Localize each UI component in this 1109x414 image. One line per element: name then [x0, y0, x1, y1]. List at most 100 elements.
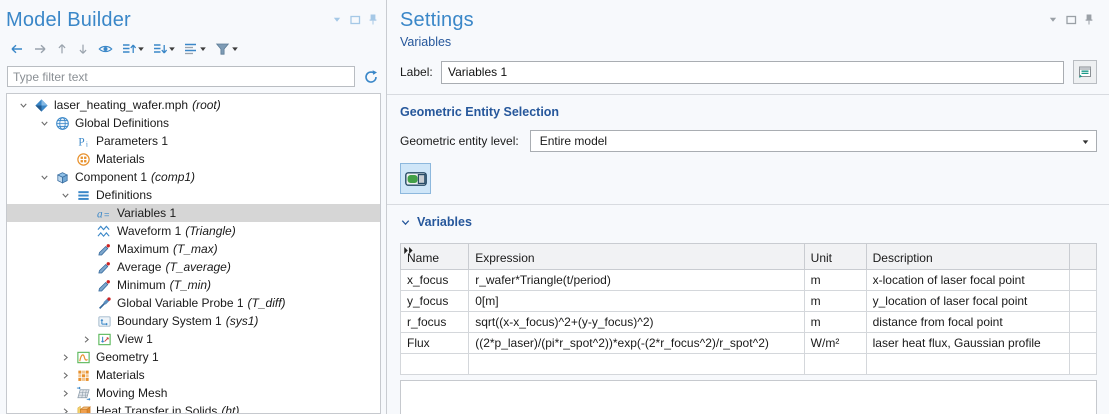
tree-item-definitions[interactable]: Definitions [7, 186, 380, 204]
filter-row [7, 66, 379, 87]
tree-item-tag: (comp1) [151, 170, 195, 184]
tree-item-laser-heating-wafer-mph[interactable]: laser_heating_wafer.mph(root) [7, 96, 380, 114]
table-empty-area[interactable] [400, 380, 1097, 414]
tree-item-tag: (ht) [221, 404, 239, 414]
tree-item-materials[interactable]: Materials [7, 150, 380, 168]
var-cell-name[interactable]: y_focus [401, 291, 469, 312]
var-cell-description[interactable] [866, 354, 1069, 375]
tree-item-label: Component 1 [75, 170, 147, 184]
column-header-description[interactable]: Description [866, 244, 1069, 270]
tree-item-minimum[interactable]: Minimum(T_min) [7, 276, 380, 294]
var-cell-unit[interactable]: m [804, 291, 866, 312]
tree-item-average[interactable]: Average(T_average) [7, 258, 380, 276]
move-down-button[interactable] [74, 40, 92, 58]
chevron-right-icon[interactable] [78, 334, 95, 345]
chevron-right-icon[interactable] [57, 352, 74, 363]
tree-item-tag: (root) [192, 98, 221, 112]
tree-item-heat-transfer-in-solids[interactable]: Heat Transfer in Solids(ht) [7, 402, 380, 414]
var-cell-expression[interactable] [469, 354, 804, 375]
var-cell-expression[interactable]: r_wafer*Triangle(t/period) [469, 270, 804, 291]
column-header-unit[interactable]: Unit [804, 244, 866, 270]
float-panel-button[interactable] [1066, 15, 1077, 25]
globe-icon [53, 116, 71, 131]
tree-item-label: Variables 1 [117, 206, 176, 220]
var-cell-unit[interactable]: m [804, 270, 866, 291]
column-header-name[interactable]: Name [401, 244, 469, 270]
tree-item-global-definitions[interactable]: Global Definitions [7, 114, 380, 132]
tree-item-parameters-1[interactable]: PiParameters 1 [7, 132, 380, 150]
move-up-button[interactable] [53, 40, 71, 58]
tree-item-materials[interactable]: Materials [7, 366, 380, 384]
table-row-y-focus: y_focus0[m]my_location of laser focal po… [401, 291, 1097, 312]
tree-item-moving-mesh[interactable]: Moving Mesh [7, 384, 380, 402]
settings-subtitle: Variables [400, 35, 1097, 49]
var-cell-name[interactable]: r_focus [401, 312, 469, 333]
var-cell-unit[interactable]: m [804, 312, 866, 333]
label-input[interactable] [441, 61, 1064, 84]
var-cell-description[interactable]: y_location of laser focal point [866, 291, 1069, 312]
tree-item-variables-1[interactable]: a=Variables 1 [7, 204, 380, 222]
section-divider [387, 94, 1109, 95]
tree-item-global-variable-probe-1[interactable]: Global Variable Probe 1(T_diff) [7, 294, 380, 312]
var-cell-name[interactable]: Flux [401, 333, 469, 354]
entity-level-select[interactable]: Entire model [530, 130, 1097, 152]
chevron-down-icon[interactable] [36, 172, 53, 183]
var-cell-expression[interactable]: sqrt((x-x_focus)^2+(y-y_focus)^2) [469, 312, 804, 333]
var-cell-name[interactable]: x_focus [401, 270, 469, 291]
rename-form-icon [1077, 64, 1093, 80]
list-up-icon [121, 41, 137, 57]
var-cell-description[interactable]: x-location of laser focal point [866, 270, 1069, 291]
materials-global-icon [74, 152, 92, 167]
caret-down-small-icon [199, 45, 207, 53]
moving-mesh-icon [74, 386, 92, 401]
chevron-down-icon[interactable] [15, 100, 32, 111]
variables-heading: Variables [417, 215, 472, 229]
chevron-down-icon[interactable] [36, 118, 53, 129]
forward-button[interactable] [30, 40, 50, 58]
var-cell-description[interactable]: laser heat flux, Gaussian profile [866, 333, 1069, 354]
pin-panel-button[interactable] [1085, 14, 1093, 25]
refresh-button[interactable] [363, 69, 379, 85]
tree-item-waveform-1[interactable]: Waveform 1(Triangle) [7, 222, 380, 240]
row-marker-icon [404, 247, 415, 254]
active-toggle-button[interactable] [400, 163, 431, 194]
chevron-right-icon[interactable] [57, 370, 74, 381]
filter-button[interactable] [212, 40, 241, 58]
var-cell-unit[interactable] [804, 354, 866, 375]
float-icon [1066, 15, 1077, 25]
collapse-all-button[interactable] [119, 40, 147, 58]
back-button[interactable] [7, 40, 27, 58]
toggle-switch-icon [405, 172, 427, 186]
var-cell-description[interactable]: distance from focal point [866, 312, 1069, 333]
column-header-expression[interactable]: Expression [469, 244, 804, 270]
tree-filter-input[interactable] [7, 66, 355, 87]
table-row-x-focus: x_focusr_wafer*Triangle(t/period)mx-loca… [401, 270, 1097, 291]
var-cell-expression[interactable]: ((2*p_laser)/(pi*r_spot^2))*exp(-(2*r_fo… [469, 333, 804, 354]
tree-item-maximum[interactable]: Maximum(T_max) [7, 240, 380, 258]
chevron-down-icon[interactable] [57, 190, 74, 201]
expand-all-button[interactable] [150, 40, 178, 58]
panel-menu-button[interactable] [1048, 15, 1058, 24]
chevron-right-icon[interactable] [57, 406, 74, 414]
chevron-right-icon[interactable] [57, 388, 74, 399]
var-cell-unit[interactable]: W/m² [804, 333, 866, 354]
chevron-down-icon [400, 217, 411, 228]
pin-panel-button[interactable] [369, 14, 377, 25]
tree-item-boundary-system-1[interactable]: Boundary System 1(sys1) [7, 312, 380, 330]
show-button[interactable] [95, 40, 116, 58]
float-panel-button[interactable] [350, 15, 361, 25]
tree-item-view-1[interactable]: View 1 [7, 330, 380, 348]
tree-item-label: Materials [96, 152, 145, 166]
var-cell-extra [1069, 312, 1096, 333]
rename-button[interactable] [1073, 60, 1097, 84]
panel-menu-button[interactable] [332, 15, 342, 24]
var-cell-name[interactable] [401, 354, 469, 375]
tree-item-component-1[interactable]: Component 1 (comp1) [7, 168, 380, 186]
geometry-icon [74, 350, 92, 365]
model-tree-node-text-button[interactable] [181, 40, 209, 58]
var-cell-expression[interactable]: 0[m] [469, 291, 804, 312]
tree-item-geometry-1[interactable]: Geometry 1 [7, 348, 380, 366]
variables-section-header[interactable]: Variables [400, 215, 1097, 229]
settings-header: Settings [400, 8, 1097, 32]
waveform-icon [95, 224, 113, 239]
